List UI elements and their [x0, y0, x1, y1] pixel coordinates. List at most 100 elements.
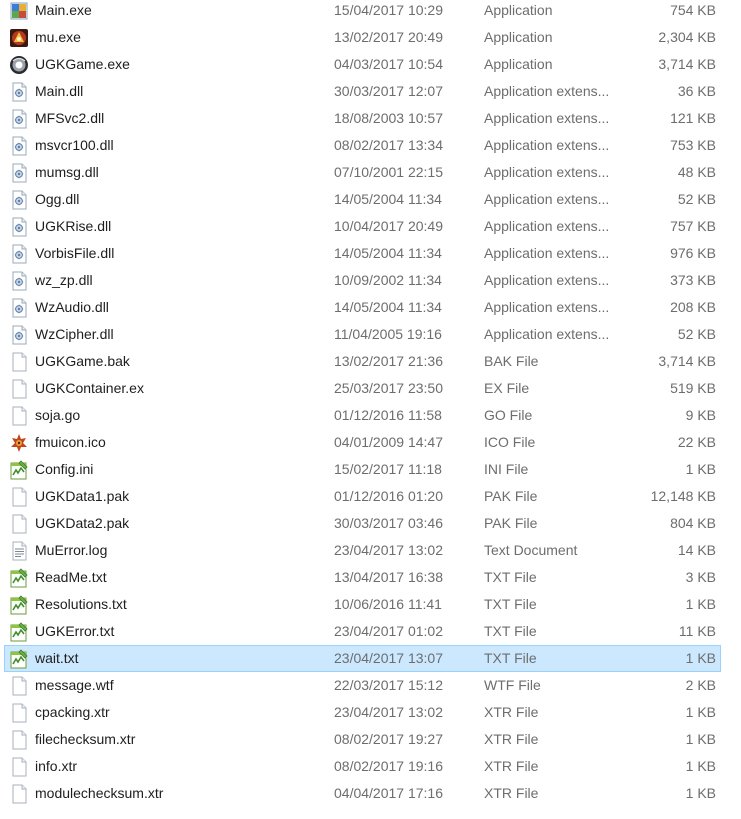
file-row[interactable]: message.wtf 22/03/2017 15:12 WTF File 2 KB	[0, 672, 741, 699]
blank-file-icon	[9, 703, 29, 723]
blank-file-icon	[9, 784, 29, 804]
file-date-modified: 22/03/2017 15:12	[334, 677, 443, 693]
blank-file-icon	[9, 676, 29, 696]
file-row[interactable]: cpacking.xtr 23/04/2017 13:02 XTR File 1 KB	[0, 699, 741, 726]
notepad-plus-icon	[9, 460, 29, 480]
file-row[interactable]: WzAudio.dll 14/05/2004 11:34 Application e…	[0, 294, 741, 321]
file-date-modified: 13/04/2017 16:38	[334, 569, 443, 585]
file-row[interactable]: info.xtr 08/02/2017 19:16 XTR File 1 KB	[0, 753, 741, 780]
file-list: Main.exe 15/04/2017 10:29 Application 754 K…	[0, 0, 741, 807]
notepad-plus-icon	[9, 568, 29, 588]
file-name: modulechecksum.xtr	[35, 785, 164, 801]
file-date-modified: 07/10/2001 22:15	[334, 164, 443, 180]
notepad-plus-icon	[9, 622, 29, 642]
file-date-modified: 18/08/2003 10:57	[334, 110, 443, 126]
file-row[interactable]: ReadMe.txt 13/04/2017 16:38 TXT File 3 KB	[0, 564, 741, 591]
file-row[interactable]: UGKData1.pak 01/12/2016 01:20 PAK File 12,1…	[0, 483, 741, 510]
blank-file-icon	[9, 352, 29, 372]
file-date-modified: 01/12/2016 11:58	[334, 407, 442, 423]
file-row[interactable]: wz_zp.dll 10/09/2002 11:34 Application ext…	[0, 267, 741, 294]
file-row[interactable]: modulechecksum.xtr 04/04/2017 17:16 XTR Fi…	[0, 780, 741, 807]
file-size: 3 KB	[685, 569, 716, 585]
file-date-modified: 15/02/2017 11:18	[334, 461, 442, 477]
file-date-modified: 15/04/2017 10:29	[334, 2, 443, 18]
file-row[interactable]: MuError.log 23/04/2017 13:02 Text Document…	[0, 537, 741, 564]
file-row[interactable]: Main.exe 15/04/2017 10:29 Application 754 K…	[0, 0, 741, 24]
dll-icon	[9, 163, 29, 183]
file-row[interactable]: MFSvc2.dll 18/08/2003 10:57 Application ex…	[0, 105, 741, 132]
file-row[interactable]: msvcr100.dll 08/02/2017 13:34 Application …	[0, 132, 741, 159]
file-name: Ogg.dll	[35, 191, 80, 207]
file-row[interactable]: UGKGame.bak 13/02/2017 21:36 BAK File 3,714…	[0, 348, 741, 375]
file-row[interactable]: UGKRise.dll 10/04/2017 20:49 Application e…	[0, 213, 741, 240]
file-size: 1 KB	[685, 650, 716, 666]
file-size: 48 KB	[677, 164, 716, 180]
file-row[interactable]: UGKData2.pak 30/03/2017 03:46 PAK File 804 …	[0, 510, 741, 537]
dll-icon	[9, 271, 29, 291]
notepad-plus-icon	[9, 649, 29, 669]
file-name: message.wtf	[35, 677, 114, 693]
file-date-modified: 08/02/2017 19:16	[334, 758, 443, 774]
file-size: 976 KB	[670, 245, 716, 261]
blank-file-icon	[9, 514, 29, 534]
file-size: 1 KB	[685, 785, 716, 801]
file-row[interactable]: soja.go 01/12/2016 11:58 GO File 9 KB	[0, 402, 741, 429]
file-row[interactable]: fmuicon.ico 04/01/2009 14:47 ICO File 22 KB	[0, 429, 741, 456]
file-name: UGKRise.dll	[35, 218, 112, 234]
file-date-modified: 04/01/2009 14:47	[334, 434, 443, 450]
file-size: 121 KB	[670, 110, 716, 126]
file-name: UGKData2.pak	[35, 515, 130, 531]
file-size: 52 KB	[677, 326, 716, 342]
file-name: wz_zp.dll	[35, 272, 93, 288]
file-row[interactable]: Resolutions.txt 10/06/2016 11:41 TXT File 1…	[0, 591, 741, 618]
file-name: info.xtr	[35, 758, 78, 774]
file-name: Resolutions.txt	[35, 596, 127, 612]
file-name: Config.ini	[35, 461, 94, 477]
file-row[interactable]: Config.ini 15/02/2017 11:18 INI File 1 KB	[0, 456, 741, 483]
file-name: UGKData1.pak	[35, 488, 130, 504]
file-row[interactable]: UGKContainer.ex 25/03/2017 23:50 EX File 51…	[0, 375, 741, 402]
file-date-modified: 11/04/2005 19:16	[334, 326, 442, 342]
file-name: UGKError.txt	[35, 623, 115, 639]
file-date-modified: 23/04/2017 13:02	[334, 542, 443, 558]
file-date-modified: 30/03/2017 12:07	[334, 83, 443, 99]
file-date-modified: 04/03/2017 10:54	[334, 56, 443, 72]
file-row[interactable]: UGKGame.exe 04/03/2017 10:54 Application 3,…	[0, 51, 741, 78]
file-row[interactable]: mumsg.dll 07/10/2001 22:15 Application ext…	[0, 159, 741, 186]
file-size: 754 KB	[670, 2, 716, 18]
file-date-modified: 08/02/2017 13:34	[334, 137, 443, 153]
file-row[interactable]: Main.dll 30/03/2017 12:07 Application exte…	[0, 78, 741, 105]
mu-exe-icon	[9, 28, 29, 48]
file-row-selected[interactable]: wait.txt 23/04/2017 13:07 TXT File 1 KB	[0, 645, 741, 672]
file-size: 3,714 KB	[658, 56, 716, 72]
file-name: MFSvc2.dll	[35, 110, 105, 126]
file-name: WzAudio.dll	[35, 299, 109, 315]
file-row[interactable]: WzCipher.dll 11/04/2005 19:16 Application …	[0, 321, 741, 348]
file-date-modified: 13/02/2017 20:49	[334, 29, 443, 45]
main-exe-icon	[9, 1, 29, 21]
file-name: UGKGame.bak	[35, 353, 130, 369]
text-document-icon	[9, 541, 29, 561]
file-size: 2,304 KB	[658, 29, 716, 45]
file-row[interactable]: filechecksum.xtr 08/02/2017 19:27 XTR File…	[0, 726, 741, 753]
dll-icon	[9, 109, 29, 129]
file-row[interactable]: Ogg.dll 14/05/2004 11:34 Application exten…	[0, 186, 741, 213]
file-date-modified: 23/04/2017 13:02	[334, 704, 443, 720]
file-row[interactable]: mu.exe 13/02/2017 20:49 Application 2,304 K…	[0, 24, 741, 51]
file-name: fmuicon.ico	[35, 434, 106, 450]
file-size: 757 KB	[670, 218, 716, 234]
file-date-modified: 10/09/2002 11:34	[334, 272, 442, 288]
blank-file-icon	[9, 757, 29, 777]
file-size: 804 KB	[670, 515, 716, 531]
dll-icon	[9, 136, 29, 156]
file-name: VorbisFile.dll	[35, 245, 115, 261]
file-date-modified: 14/05/2004 11:34	[334, 245, 442, 261]
file-size: 22 KB	[677, 434, 716, 450]
dll-icon	[9, 217, 29, 237]
file-size: 1 KB	[685, 704, 716, 720]
file-name: filechecksum.xtr	[35, 731, 136, 747]
file-row[interactable]: VorbisFile.dll 14/05/2004 11:34 Applicatio…	[0, 240, 741, 267]
file-name: WzCipher.dll	[35, 326, 114, 342]
file-name: Main.dll	[35, 83, 84, 99]
file-row[interactable]: UGKError.txt 23/04/2017 01:02 TXT File 11 K…	[0, 618, 741, 645]
